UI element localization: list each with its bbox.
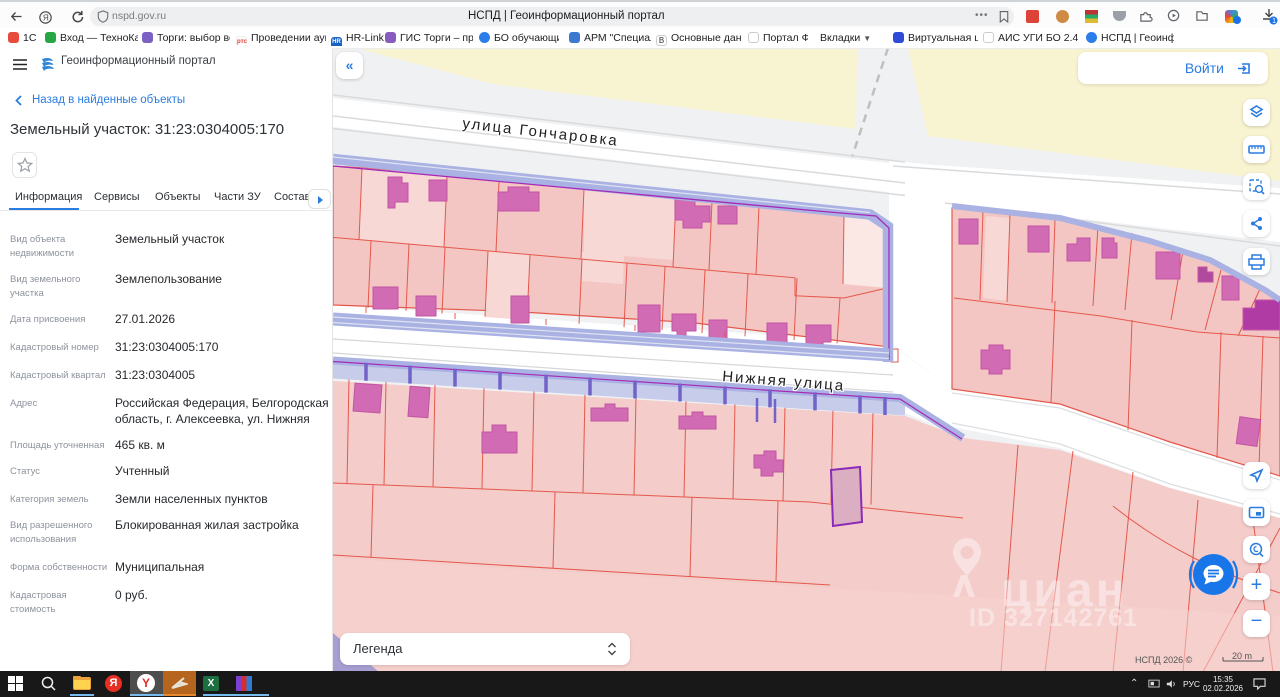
svg-text:Я: Я <box>43 14 49 23</box>
svg-text:20 m: 20 m <box>1232 651 1252 661</box>
svg-text:1: 1 <box>1272 16 1276 25</box>
svg-text:ID 327142761: ID 327142761 <box>969 604 1138 632</box>
svg-text:НСПД 2026 ©: НСПД 2026 © <box>1135 655 1193 665</box>
